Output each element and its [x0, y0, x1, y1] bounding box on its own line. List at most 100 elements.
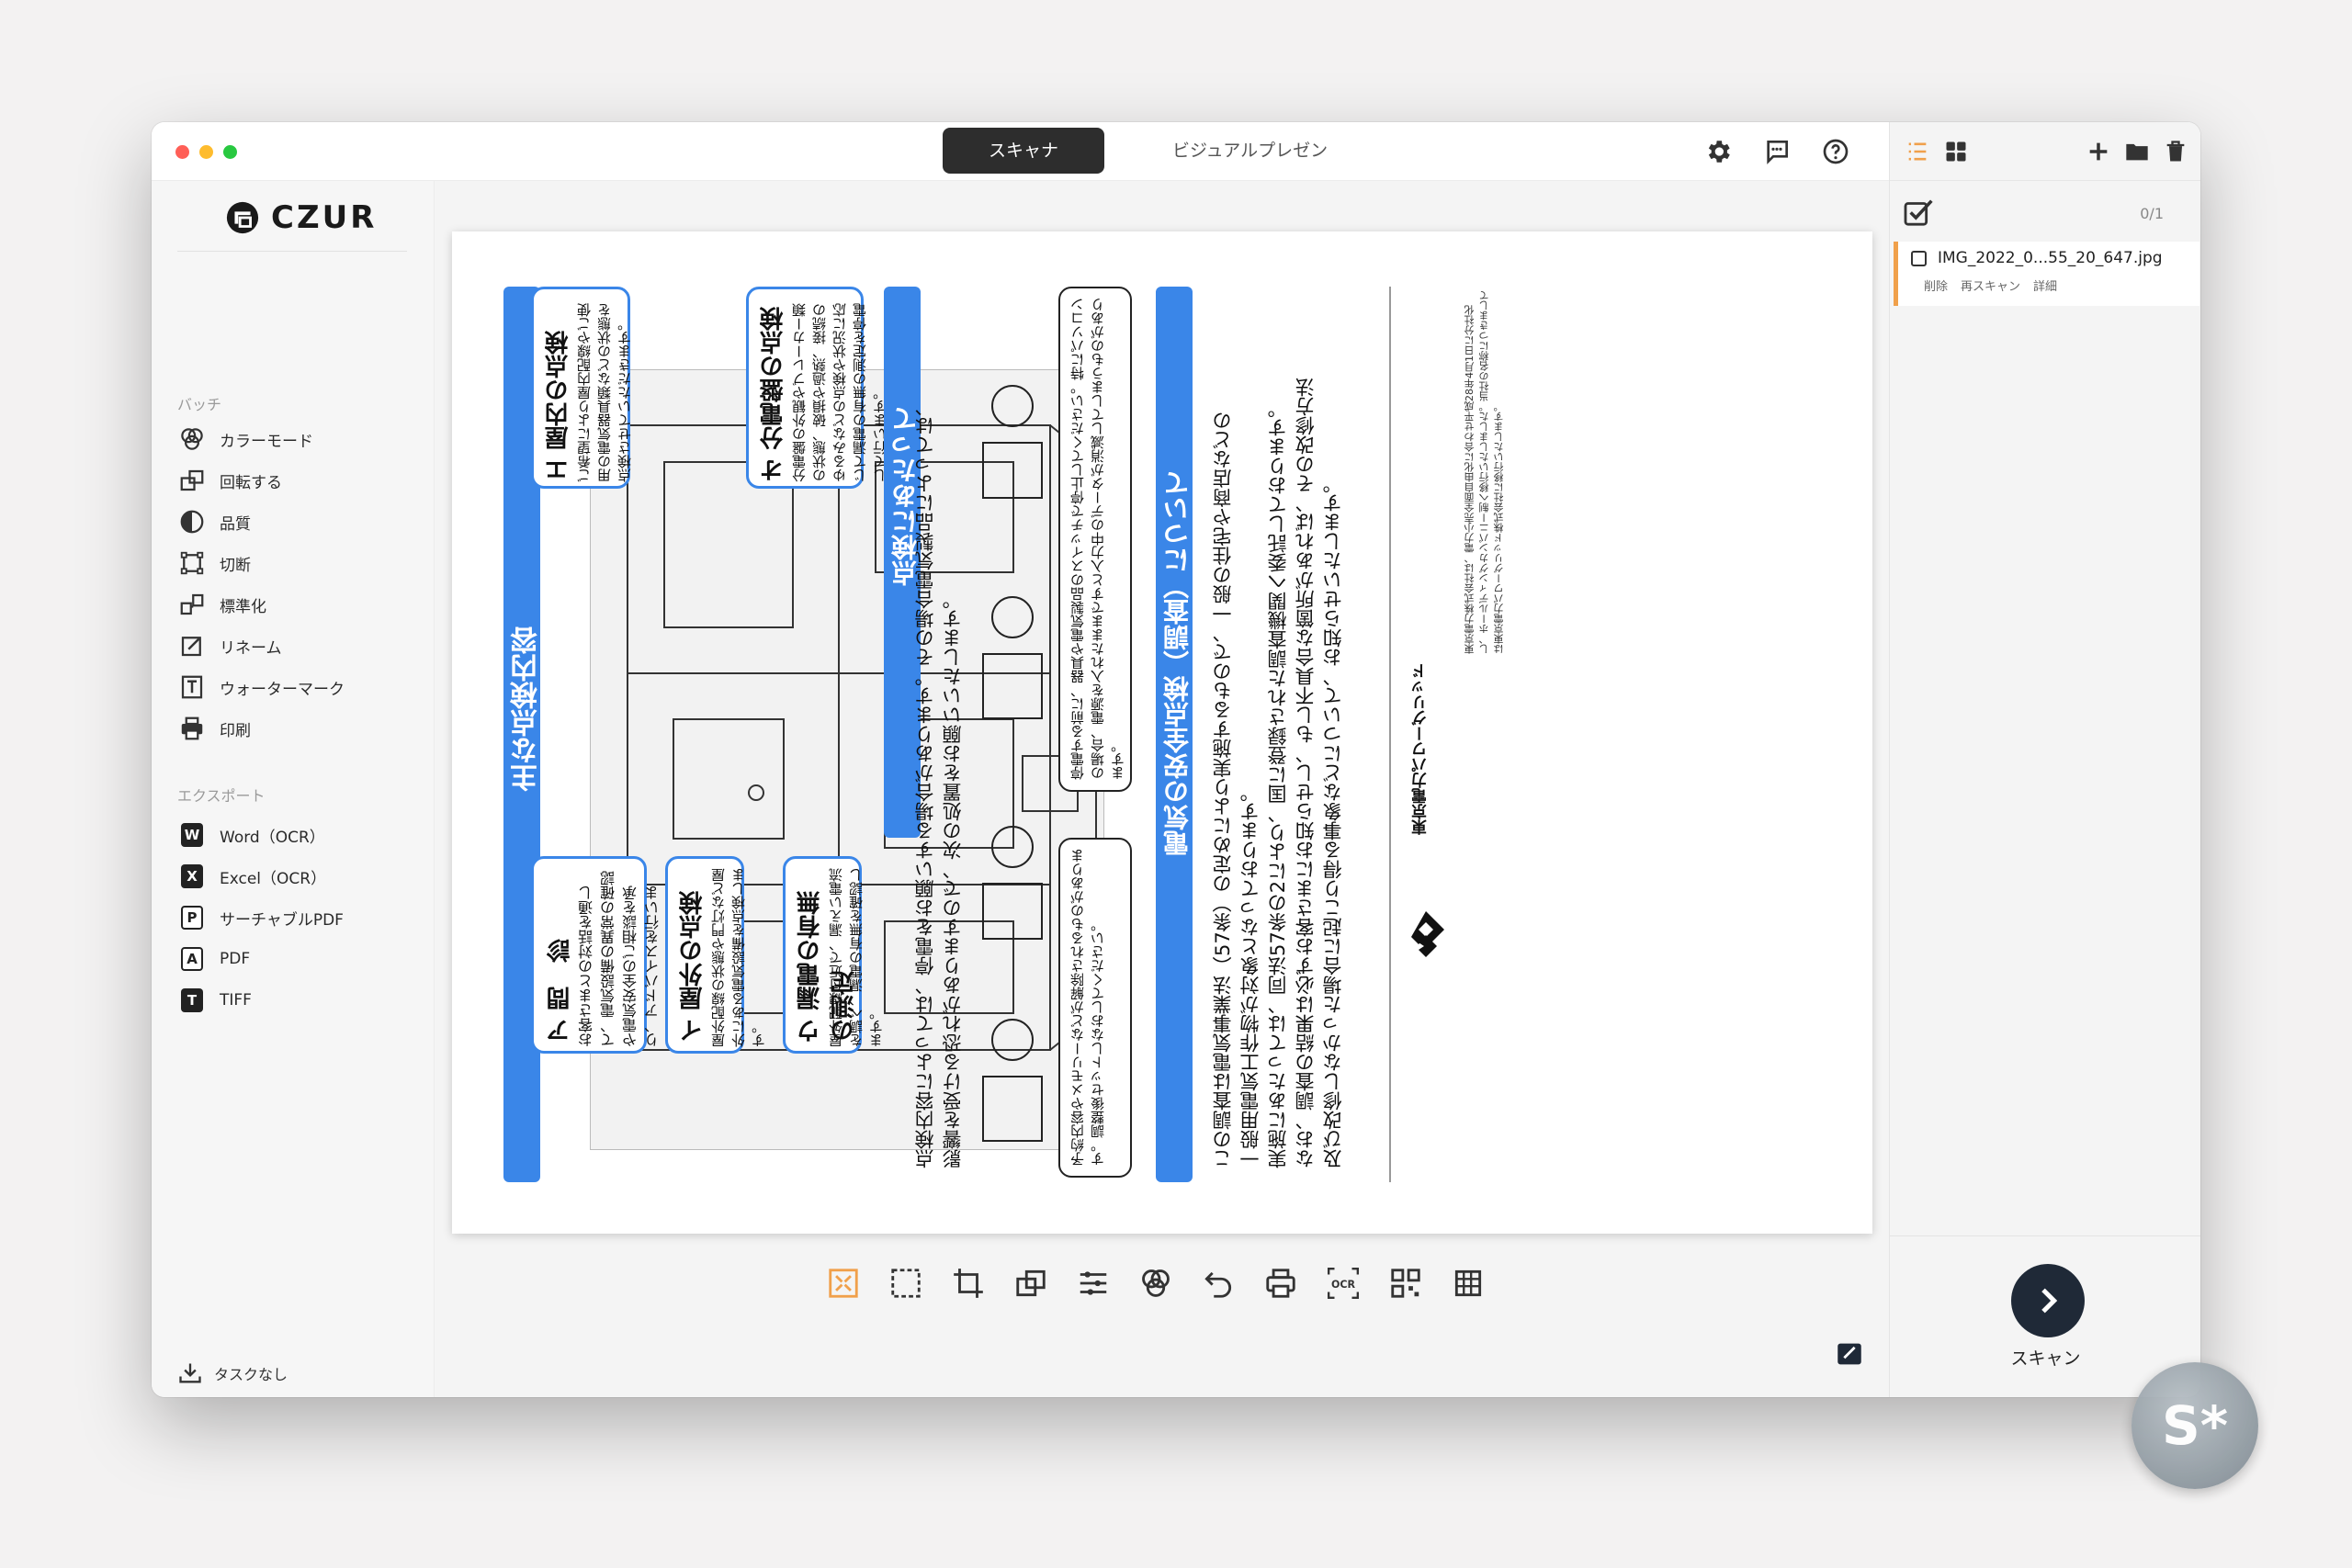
sidebar-item-rename[interactable]: リネーム [177, 630, 282, 661]
callout-e: エ 屋内の点検 ご希望により屋内配線やご使用の電気器具類などの状態を点検させてい… [531, 287, 633, 489]
fit-icon[interactable] [825, 1265, 862, 1302]
color-icon[interactable] [1137, 1265, 1174, 1302]
callout-o: オ 分電盤の点検 分電盤の外観やブレーカー類の状態、破損や過熱、接続のゆるみなど… [746, 287, 888, 489]
adjust-icon[interactable] [1075, 1265, 1112, 1302]
file-name: IMG_2022_0...55_20_647.jpg [1938, 249, 2163, 267]
main-title: 主な点検内容 [511, 626, 543, 792]
svg-text:OCR: OCR [1331, 1279, 1356, 1291]
task-status-label: タスクなし [214, 1366, 288, 1383]
logo-text: CZUR [271, 199, 378, 236]
people-illustrations [976, 305, 1049, 1159]
editing-toolbar: OCR [825, 1265, 1487, 1302]
preview-canvas: 主な点検内容 ア 問 診 お客さまとの対話を通して、電気設備の異常の確認や電気安… [435, 181, 1889, 1397]
czur-logo: CZUR [225, 199, 377, 236]
chevron-right-icon [2041, 1288, 2058, 1314]
export-searchable-pdf[interactable]: P サーチャブルPDF [177, 902, 344, 933]
safety-body-2: 一般用電気工作物が対象となっております。 [1239, 783, 1261, 1168]
export-item-label: Word（OCR） [220, 828, 325, 847]
scan-area: スキャン [1890, 1235, 2200, 1397]
footnote: 東京電力株式会社は、電力小売全面自由化に合わせ平成28年4月1日に分社化し、ホー… [1464, 290, 1505, 654]
export-excel-ocr[interactable]: X Excel（OCR） [177, 861, 326, 892]
file-checkbox[interactable] [1911, 250, 1927, 266]
tab-visual-presenter[interactable]: ビジュアルプレゼン [1126, 128, 1374, 174]
export-tiff[interactable]: T TIFF [177, 985, 252, 1016]
sidebar-item-label: カラーモード [220, 432, 313, 451]
tiff-icon: T [181, 988, 203, 1012]
sidebar-item-color-mode[interactable]: カラーモード [177, 423, 313, 455]
company-logo-icon [1408, 911, 1444, 961]
export-word-ocr[interactable]: W Word（OCR） [177, 819, 325, 851]
callout-a: ア 問 診 お客さまとの対話を通して、電気設備の異常の確認や電気安全のご相談を承… [531, 856, 684, 1054]
list-view-icon[interactable] [1905, 139, 1930, 168]
trash-icon[interactable] [2163, 139, 2188, 168]
minimize-window-button[interactable] [199, 145, 213, 159]
tab-scanner[interactable]: スキャナ [943, 128, 1104, 174]
word-icon: W [181, 823, 203, 847]
feedback-chat-icon[interactable] [1760, 135, 1793, 168]
color-mode-icon [177, 424, 207, 454]
safety-body-5: 及び改修しなかった場合に起こり得る事象などについて、お知らせいたします。 [1322, 474, 1344, 1168]
sidebar-item-rotate[interactable]: 回転する [177, 465, 282, 496]
sidebar-item-watermark[interactable]: ウォーターマーク [177, 671, 345, 703]
callout-i: イ 屋外の点検 屋外配線の状態や門灯など屋外にある電気設備を点検します。 [665, 856, 767, 1054]
safety-body-1: この調査は電気事業法（57条）の定めにより実施するもので、一般の住宅や商店などの [1212, 411, 1234, 1168]
settings-gear-icon[interactable] [1702, 135, 1735, 168]
sidebar-item-quality[interactable]: 品質 [177, 506, 251, 537]
sidebar-divider [177, 251, 407, 252]
add-icon[interactable] [2086, 139, 2111, 168]
floating-assistant-badge[interactable]: S* [2132, 1362, 2258, 1489]
download-tray-icon [179, 1363, 201, 1383]
crop-tool-icon[interactable] [950, 1265, 987, 1302]
right-panel-toolbar [1890, 122, 2200, 181]
scan-button[interactable] [2011, 1264, 2085, 1337]
undo-icon[interactable] [1200, 1265, 1237, 1302]
sidebar-item-crop[interactable]: 切断 [177, 547, 251, 579]
mode-tabs: スキャナ ビジュアルプレゼン [943, 128, 1374, 174]
crop-icon [177, 548, 207, 578]
compare-icon[interactable] [1834, 1338, 1865, 1373]
export-pdf[interactable]: A PDF [177, 943, 250, 975]
task-status[interactable]: タスクなし [177, 1360, 288, 1386]
right-panel: 0/1 IMG_2022_0...55_20_647.jpg 削除 再スキャン … [1889, 122, 2200, 1397]
company-name: 東京電力パワーグリッド [1412, 663, 1430, 835]
top-right-icons [1702, 135, 1852, 168]
sidebar-item-label: リネーム [220, 638, 282, 658]
grid-view-icon[interactable] [1943, 139, 1969, 168]
grid-icon[interactable] [1450, 1265, 1487, 1302]
rename-icon [177, 631, 207, 660]
normalize-icon [177, 590, 207, 619]
sidebar-item-print[interactable]: 印刷 [177, 713, 251, 744]
close-window-button[interactable] [175, 145, 189, 159]
rotate-page-icon[interactable] [1012, 1265, 1049, 1302]
scan-label: スキャン [2010, 1348, 2081, 1369]
safety-body-4: なお、調査の結果は必ずお客さまにお知らせし、もし不具合な箇所があれば、その改修方… [1295, 378, 1317, 1168]
rescan-link[interactable]: 再スキャン [1961, 276, 2020, 294]
qr-icon[interactable] [1387, 1265, 1424, 1302]
sidebar-item-label: 印刷 [220, 721, 251, 740]
export-section-label: エクスポート [177, 787, 266, 805]
print-page-icon[interactable] [1262, 1265, 1299, 1302]
export-item-label: Excel（OCR） [220, 869, 327, 888]
select-icon[interactable] [888, 1265, 924, 1302]
scanned-document[interactable]: 主な点検内容 ア 問 診 お客さまとの対話を通して、電気設備の異常の確認や電気安… [452, 231, 1872, 1234]
selection-count: 0/1 [2140, 205, 2164, 222]
rotate-icon [177, 466, 207, 495]
delete-link[interactable]: 削除 [1924, 276, 1948, 294]
searchable-pdf-icon: P [181, 906, 203, 930]
sidebar-item-normalize[interactable]: 標準化 [177, 589, 266, 620]
zoom-window-button[interactable] [223, 145, 237, 159]
file-list-item[interactable]: IMG_2022_0...55_20_647.jpg 削除 再スキャン 詳細 [1894, 242, 2199, 306]
help-icon[interactable] [1819, 135, 1852, 168]
select-all-icon[interactable] [1903, 196, 1939, 231]
note-box-left: 予約内容やメモリーなどが解除されるものがあります。調整後セットしなおしてください… [1058, 838, 1132, 1178]
footer-divider [1389, 287, 1391, 1182]
callout-u: ウ 漏電の有無の測定 屋外配線付近で、漏えい電流を調べ、漏電の有無を確認します。 [783, 856, 885, 1054]
pdf-icon: A [181, 947, 203, 971]
details-link[interactable]: 詳細 [2033, 276, 2057, 294]
ocr-icon[interactable]: OCR [1325, 1265, 1362, 1302]
quality-icon [177, 507, 207, 536]
folder-icon[interactable] [2124, 139, 2150, 168]
sidebar-item-label: ウォーターマーク [220, 680, 345, 699]
sidebar-item-label: 切断 [220, 556, 251, 575]
excel-icon: X [181, 864, 203, 888]
